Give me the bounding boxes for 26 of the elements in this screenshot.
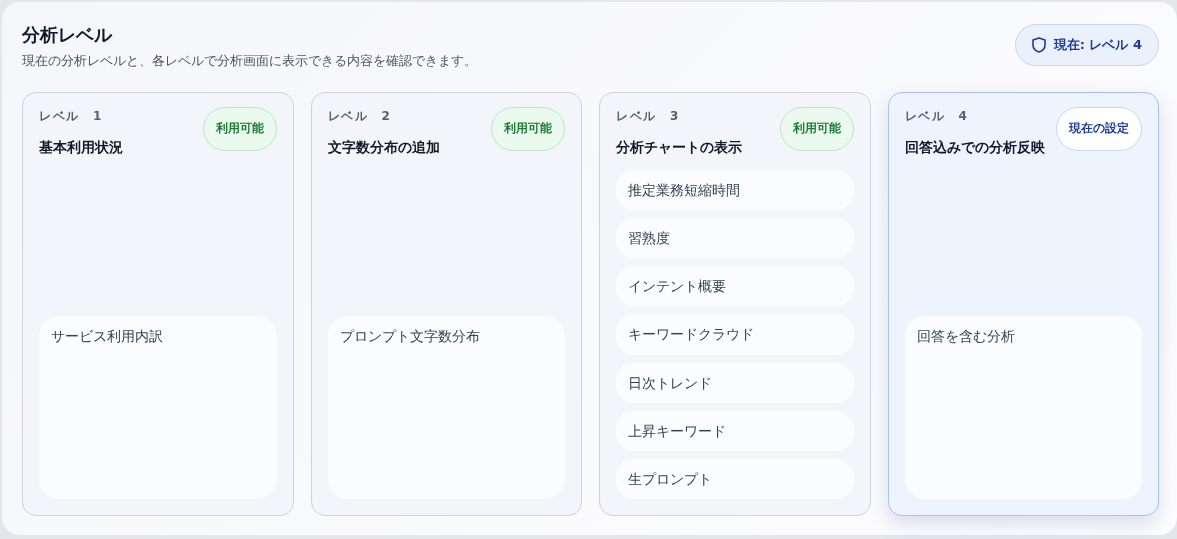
shield-icon	[1031, 36, 1046, 53]
feature-item: 回答を含む分析	[904, 316, 1142, 500]
feature-item: 上昇キーワード	[616, 410, 854, 452]
feature-item: プロンプト文字数分布	[327, 316, 565, 500]
feature-item: 日次トレンド	[616, 362, 854, 403]
status-badge: 利用可能	[491, 107, 565, 151]
feature-item: 推定業務短縮時間	[616, 169, 854, 210]
level-label: レベル 1	[39, 108, 104, 126]
section-description: 現在の分析レベルと、各レベルで分析画面に表示できる内容を確認できます。	[22, 51, 477, 70]
feature-item: キーワードクラウド	[616, 314, 854, 355]
current-level-badge: 現在: レベル 4	[1014, 24, 1159, 66]
level-title: 文字数分布の追加	[327, 138, 440, 158]
feature-item: 習熟度	[616, 217, 854, 259]
status-badge: 現在の設定	[1056, 107, 1142, 151]
status-badge: 利用可能	[202, 107, 277, 151]
feature-item: インテント概要	[616, 266, 854, 307]
level-label: レベル 3	[616, 108, 681, 126]
level-title: 基本利用状況	[39, 138, 123, 158]
feature-item: サービス利用内訳	[39, 316, 277, 500]
section-title: 分析レベル	[22, 24, 114, 46]
level-label: レベル 4	[904, 108, 970, 126]
feature-item: 生プロンプト	[616, 459, 854, 500]
level-title: 分析チャートの表示	[616, 138, 742, 158]
level-label: レベル 2	[327, 108, 393, 126]
status-badge: 利用可能	[779, 107, 854, 151]
level-title: 回答込みでの分析反映	[904, 138, 1045, 158]
